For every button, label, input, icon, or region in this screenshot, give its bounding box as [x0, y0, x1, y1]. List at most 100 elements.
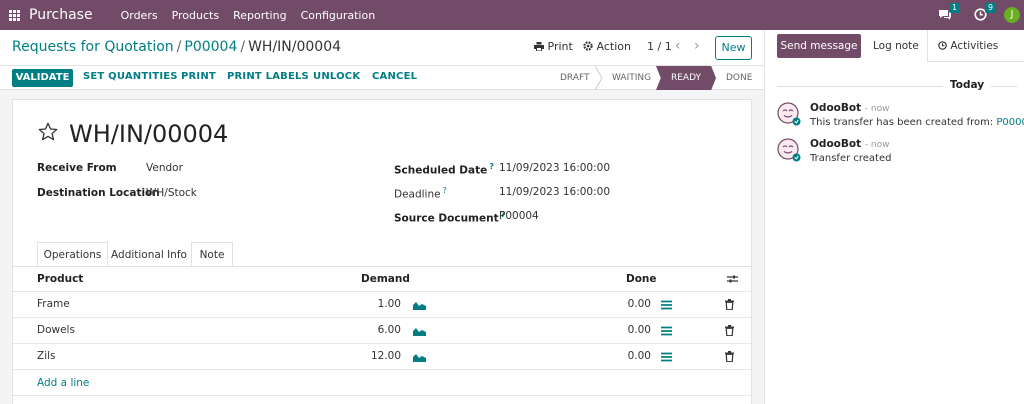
product-cell: Zils	[37, 350, 56, 362]
source-document-field[interactable]: P00004	[499, 210, 539, 222]
log-note-button[interactable]: Log note	[873, 40, 919, 52]
demand-cell: 12.00	[370, 350, 401, 362]
message-time: - now	[864, 104, 890, 114]
help-icon[interactable]: ?	[489, 162, 494, 171]
action-label: Action	[596, 40, 631, 53]
activities-label: Activities	[950, 40, 999, 52]
destination-location-field[interactable]: WH/Stock	[146, 187, 197, 199]
user-avatar[interactable]: J	[1004, 7, 1020, 23]
chevron-right-icon: ›	[694, 38, 700, 54]
app-brand[interactable]: Purchase	[29, 7, 93, 23]
pager-value[interactable]: 1 / 1	[647, 40, 672, 53]
chatter-message: OdooBot - now This transfer has been cre…	[777, 102, 1024, 136]
demand-cell: 1.00	[377, 298, 401, 310]
message-time: - now	[864, 140, 890, 150]
activities-button[interactable]: 9	[974, 3, 997, 22]
deadline-label: Deadline?	[394, 186, 447, 201]
print-menu-button[interactable]: Print	[534, 40, 573, 53]
demand-cell: 6.00	[377, 324, 401, 336]
message-body: Transfer created	[810, 153, 892, 164]
chevron-left-icon: ‹	[675, 38, 681, 54]
done-cell: 0.00	[627, 324, 651, 336]
table-row[interactable]: Frame 1.00 0.00	[13, 291, 751, 317]
table-row[interactable]: Dowels 6.00 0.00	[13, 317, 751, 343]
menu-orders[interactable]: Orders	[121, 9, 158, 22]
breadcrumb-po[interactable]: P00004	[184, 39, 237, 55]
tab-note[interactable]: Note	[191, 242, 233, 267]
activities-button[interactable]: Activities	[927, 30, 1024, 62]
message-author: OdooBot - now	[810, 138, 890, 150]
forecast-chart-icon[interactable]	[413, 353, 426, 362]
trash-icon[interactable]	[725, 351, 734, 362]
add-line-row	[13, 369, 751, 395]
table-bottom-border	[13, 395, 751, 396]
column-demand[interactable]: Demand	[361, 273, 410, 285]
message-body: This transfer has been created from: P00…	[810, 117, 1024, 128]
trash-icon[interactable]	[725, 299, 734, 310]
new-button[interactable]: New	[715, 36, 752, 60]
tab-additional-info[interactable]: Additional Info	[108, 242, 190, 267]
breadcrumb-rfq[interactable]: Requests for Quotation	[12, 39, 174, 55]
print-button[interactable]: PRINT	[181, 71, 216, 82]
menu-configuration[interactable]: Configuration	[301, 9, 376, 22]
odoobot-avatar-icon	[777, 138, 801, 162]
messages-button[interactable]: 1	[938, 3, 961, 22]
printer-icon	[534, 42, 544, 52]
pager-next-button[interactable]: ›	[694, 38, 700, 54]
tab-operations[interactable]: Operations	[37, 242, 108, 267]
help-icon[interactable]: ?	[443, 186, 447, 195]
detailed-operations-icon[interactable]	[661, 352, 672, 362]
trash-icon[interactable]	[725, 325, 734, 336]
forecast-chart-icon[interactable]	[413, 301, 426, 310]
notebook-tabs: Operations Additional Info Note	[37, 242, 753, 267]
forecast-chart-icon[interactable]	[413, 327, 426, 336]
chatter-message: OdooBot - now Transfer created	[777, 138, 1017, 172]
column-done[interactable]: Done	[626, 273, 657, 285]
clock-icon	[938, 41, 947, 50]
activities-count-badge: 9	[985, 3, 997, 13]
stage-done: DONE	[726, 73, 753, 83]
chatter-panel: Send message Log note Activities Today O…	[764, 30, 1024, 404]
action-menu-button[interactable]: Action	[583, 40, 631, 53]
column-product[interactable]: Product	[37, 273, 83, 285]
done-cell: 0.00	[627, 350, 651, 362]
receive-from-field[interactable]: Vendor	[146, 162, 183, 174]
breadcrumb: Requests for Quotation / P00004/WH/IN/0000…	[12, 39, 342, 55]
source-document-link[interactable]: P00004	[996, 117, 1024, 128]
stage-draft: DRAFT	[560, 73, 590, 83]
odoobot-avatar-icon	[777, 102, 801, 126]
stage-ready: READY	[656, 66, 716, 90]
messages-count-badge: 1	[949, 3, 961, 13]
form-sheet: WH/IN/00004 Receive From Vendor Destinat…	[12, 99, 752, 404]
destination-location-label: Destination Location	[37, 187, 160, 199]
send-message-button[interactable]: Send message	[777, 34, 861, 58]
pager-previous-button[interactable]: ‹	[675, 38, 681, 54]
table-row[interactable]: Zils 12.00 0.00	[13, 343, 751, 369]
scheduled-date-field[interactable]: 11/09/2023 16:00:00	[499, 162, 610, 174]
star-favorite-icon[interactable]	[37, 121, 59, 143]
stage-waiting: WAITING	[612, 73, 652, 83]
unlock-button[interactable]: UNLOCK	[313, 71, 360, 82]
gear-icon	[583, 41, 593, 51]
add-line-link[interactable]: Add a line	[37, 377, 89, 389]
product-cell: Frame	[37, 298, 70, 310]
status-bar: VALIDATE SET QUANTITIES PRINT PRINT LABE…	[0, 66, 764, 90]
cancel-button[interactable]: CANCEL	[372, 71, 417, 82]
validate-button[interactable]: VALIDATE	[12, 69, 73, 87]
menu-reporting[interactable]: Reporting	[233, 9, 286, 22]
detailed-operations-icon[interactable]	[661, 300, 672, 310]
scheduled-date-label: Scheduled Date?	[394, 162, 494, 177]
print-labels-button[interactable]: PRINT LABELS	[227, 71, 309, 82]
tab-divider	[13, 266, 751, 267]
set-quantities-button[interactable]: SET QUANTITIES	[83, 71, 178, 82]
detailed-operations-icon[interactable]	[661, 326, 672, 336]
control-panel: Requests for Quotation / P00004/WH/IN/0000…	[0, 30, 764, 66]
apps-grid-icon[interactable]	[9, 9, 20, 21]
optional-columns-icon[interactable]	[727, 274, 738, 284]
deadline-field: 11/09/2023 16:00:00	[499, 186, 611, 198]
receive-from-label: Receive From	[37, 162, 117, 174]
date-label: Today	[943, 79, 992, 91]
done-cell: 0.00	[627, 298, 651, 310]
stage-separator-icon	[595, 66, 603, 90]
menu-products[interactable]: Products	[172, 9, 220, 22]
